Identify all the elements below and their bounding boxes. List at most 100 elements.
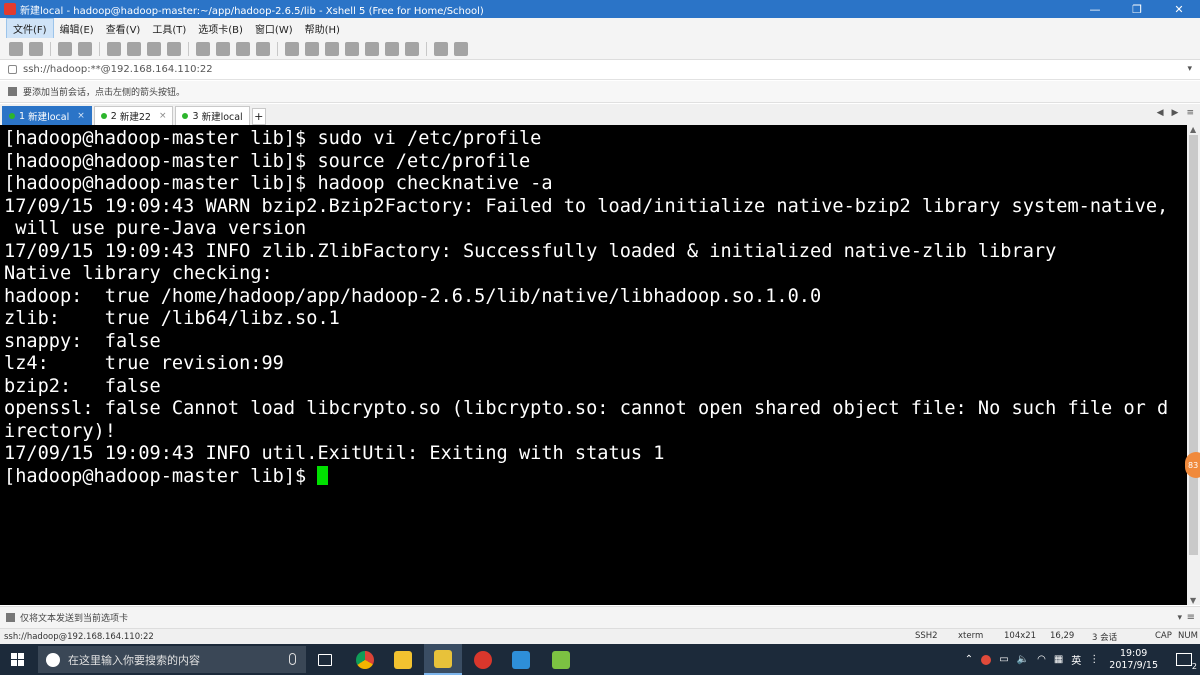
terminal-line: [hadoop@hadoop-master lib]$ sudo vi /etc…	[4, 128, 542, 149]
taskbar-xshell[interactable]	[464, 644, 502, 675]
menu-edit[interactable]: 编辑(E)	[54, 19, 100, 38]
disconnect-icon[interactable]	[78, 41, 92, 56]
terminal-line: lz4: true revision:99	[4, 353, 284, 374]
terminal-line: [hadoop@hadoop-master lib]$ hadoop check…	[4, 173, 553, 194]
menu-bar: 文件(F) 编辑(E) 查看(V) 工具(T) 选项卡(B) 窗口(W) 帮助(…	[0, 17, 1200, 39]
status-caps: CAP	[1155, 631, 1172, 641]
taskbar-app[interactable]	[542, 644, 580, 675]
ime-options-icon[interactable]: ⋮	[1089, 654, 1099, 665]
toolbar-divider	[277, 41, 278, 56]
globe-icon[interactable]	[236, 41, 250, 56]
notification-count: 2	[1191, 662, 1197, 671]
taskbar-chrome[interactable]	[346, 644, 384, 675]
fullscreen-icon[interactable]	[325, 41, 339, 56]
chrome-icon	[356, 650, 374, 669]
microphone-icon[interactable]	[289, 653, 296, 665]
tab-menu-icon[interactable]: ≡	[1186, 108, 1194, 118]
tab-close-icon[interactable]: ×	[77, 111, 85, 121]
menu-file[interactable]: 文件(F)	[6, 17, 54, 39]
lock-icon[interactable]	[345, 41, 359, 56]
terminal-line: [hadoop@hadoop-master lib]$ source /etc/…	[4, 150, 531, 172]
open-folder-icon[interactable]	[29, 41, 43, 56]
keyboard-tray-icon[interactable]: ▦	[1054, 654, 1063, 665]
xshell-app-icon	[4, 3, 16, 15]
chevron-up-icon[interactable]: ⌃	[965, 654, 973, 665]
scroll-down-icon[interactable]: ▼	[1190, 596, 1196, 605]
terminal-line: openssl: false Cannot load libcrypto.so …	[4, 398, 1169, 419]
keyboard-icon[interactable]	[365, 41, 379, 56]
app-tray-icon[interactable]	[981, 654, 992, 665]
chat-icon[interactable]	[454, 41, 468, 56]
xftp-icon[interactable]	[285, 41, 299, 56]
new-tab-icon[interactable]	[385, 41, 399, 56]
tab-session-3[interactable]: 3 新建local	[175, 106, 250, 125]
app-icon	[512, 650, 530, 669]
xshell-icon	[474, 650, 492, 669]
address-text: ssh://hadoop:**@192.168.164.110:22	[23, 64, 213, 75]
volume-icon[interactable]: 🔈	[1017, 654, 1029, 665]
close-button[interactable]: ✕	[1158, 0, 1200, 18]
floating-badge[interactable]: 83	[1185, 452, 1200, 478]
battery-icon[interactable]: ▭	[999, 654, 1008, 665]
tab-next-icon[interactable]: ▶	[1172, 108, 1179, 118]
terminal-output[interactable]: [hadoop@hadoop-master lib]$ sudo vi /etc…	[0, 125, 1187, 605]
system-clock[interactable]: 19:09 2017/9/15	[1109, 648, 1158, 672]
windows-logo-icon	[10, 653, 24, 666]
taskbar-search[interactable]: 在这里输入你要搜索的内容	[38, 646, 306, 673]
restore-button[interactable]: ❐	[1116, 0, 1158, 18]
reconnect-icon[interactable]	[107, 41, 121, 56]
minimize-button[interactable]: —	[1074, 0, 1116, 18]
start-button[interactable]	[0, 644, 34, 675]
terminal-scrollbar[interactable]: ▲ ▼	[1187, 125, 1200, 605]
paste-icon[interactable]	[147, 41, 161, 56]
session-hint-bar: 要添加当前会话，点击左侧的箭头按钮。	[0, 81, 1200, 103]
tab-close-icon[interactable]: ×	[159, 111, 167, 121]
help-icon[interactable]	[434, 41, 448, 56]
status-size: 104x21	[1004, 631, 1037, 641]
address-dropdown-icon[interactable]: ▾	[1187, 64, 1192, 74]
add-tab-button[interactable]: +	[251, 108, 266, 125]
print-icon[interactable]	[196, 41, 210, 56]
compose-menu-icon[interactable]: ≡	[1187, 612, 1195, 623]
compose-bar[interactable]: 仅将文本发送到当前选项卡 ▾ ≡	[0, 606, 1200, 628]
menu-window[interactable]: 窗口(W)	[249, 19, 299, 38]
terminal-line: 17/09/15 19:09:43 INFO util.ExitUtil: Ex…	[4, 443, 665, 464]
action-center-icon[interactable]: 2	[1176, 653, 1197, 671]
arrow-icon[interactable]	[8, 87, 17, 96]
compose-dropdown-icon[interactable]: ▾	[1177, 613, 1182, 623]
taskbar-explorer[interactable]	[384, 644, 422, 675]
compose-text: 仅将文本发送到当前选项卡	[20, 614, 129, 624]
font-icon[interactable]	[256, 41, 270, 56]
new-session-icon[interactable]	[9, 41, 23, 56]
taskbar-app-active[interactable]	[424, 644, 462, 675]
tab-prev-icon[interactable]: ◀	[1157, 108, 1164, 118]
clock-date: 2017/9/15	[1109, 659, 1158, 671]
terminal-line: irectory)!	[4, 420, 116, 442]
menu-tab[interactable]: 选项卡(B)	[192, 19, 249, 38]
menu-view[interactable]: 查看(V)	[100, 19, 147, 38]
scroll-up-icon[interactable]: ▲	[1190, 125, 1196, 134]
connect-icon[interactable]	[58, 41, 72, 56]
scrollbar-thumb[interactable]	[1189, 135, 1198, 555]
layout-icon[interactable]	[405, 41, 419, 56]
tab-session-1[interactable]: 1 新建local ×	[2, 106, 92, 125]
copy-icon[interactable]	[127, 41, 141, 56]
toolbar-divider	[188, 41, 189, 56]
task-view-button[interactable]	[306, 644, 344, 675]
title-bar: 新建local - hadoop@hadoop-master:~/app/had…	[0, 0, 1200, 18]
session-hint-text: 要添加当前会话，点击左侧的箭头按钮。	[23, 88, 186, 98]
status-protocol: SSH2	[915, 631, 938, 641]
menu-tools[interactable]: 工具(T)	[146, 19, 192, 38]
transfer-icon[interactable]	[216, 41, 230, 56]
address-bar[interactable]: ssh://hadoop:**@192.168.164.110:22 ▾	[0, 60, 1200, 80]
tab-number: 3	[192, 110, 199, 122]
script-icon[interactable]	[305, 41, 319, 56]
toolbar-divider	[426, 41, 427, 56]
menu-help[interactable]: 帮助(H)	[299, 19, 346, 38]
compose-icon	[6, 613, 15, 622]
taskbar-app[interactable]	[502, 644, 540, 675]
wifi-icon[interactable]: ◠	[1037, 654, 1046, 665]
tab-session-2[interactable]: 2 新建22 ×	[93, 106, 174, 125]
ime-indicator[interactable]: 英	[1071, 652, 1081, 667]
find-icon[interactable]	[167, 41, 181, 56]
